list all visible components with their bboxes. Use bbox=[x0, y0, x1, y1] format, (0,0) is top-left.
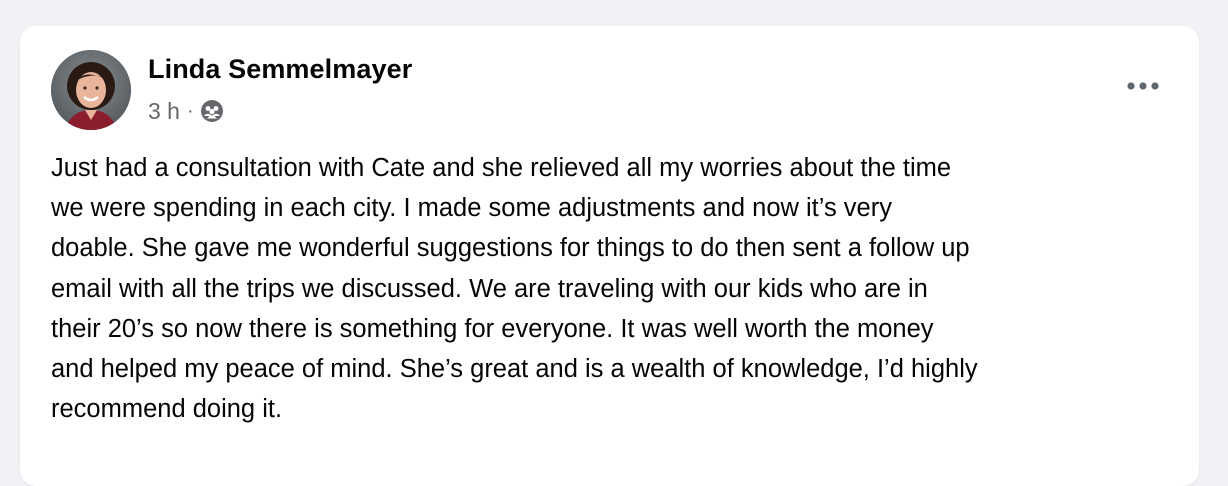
author-name[interactable]: Linda Semmelmayer bbox=[148, 54, 412, 85]
post-meta: 3 h · bbox=[148, 96, 224, 126]
profile-photo-icon bbox=[51, 50, 131, 130]
more-options-button[interactable] bbox=[1121, 68, 1165, 104]
post-body-text: Just had a consultation with Cate and sh… bbox=[51, 154, 978, 424]
more-options-icon bbox=[1127, 82, 1159, 90]
post-card: Linda Semmelmayer 3 h · Just had a consu… bbox=[20, 26, 1199, 486]
post-timestamp[interactable]: 3 h bbox=[148, 98, 180, 125]
friends-icon[interactable] bbox=[200, 99, 224, 123]
meta-separator: · bbox=[186, 99, 194, 122]
avatar[interactable] bbox=[51, 50, 131, 130]
